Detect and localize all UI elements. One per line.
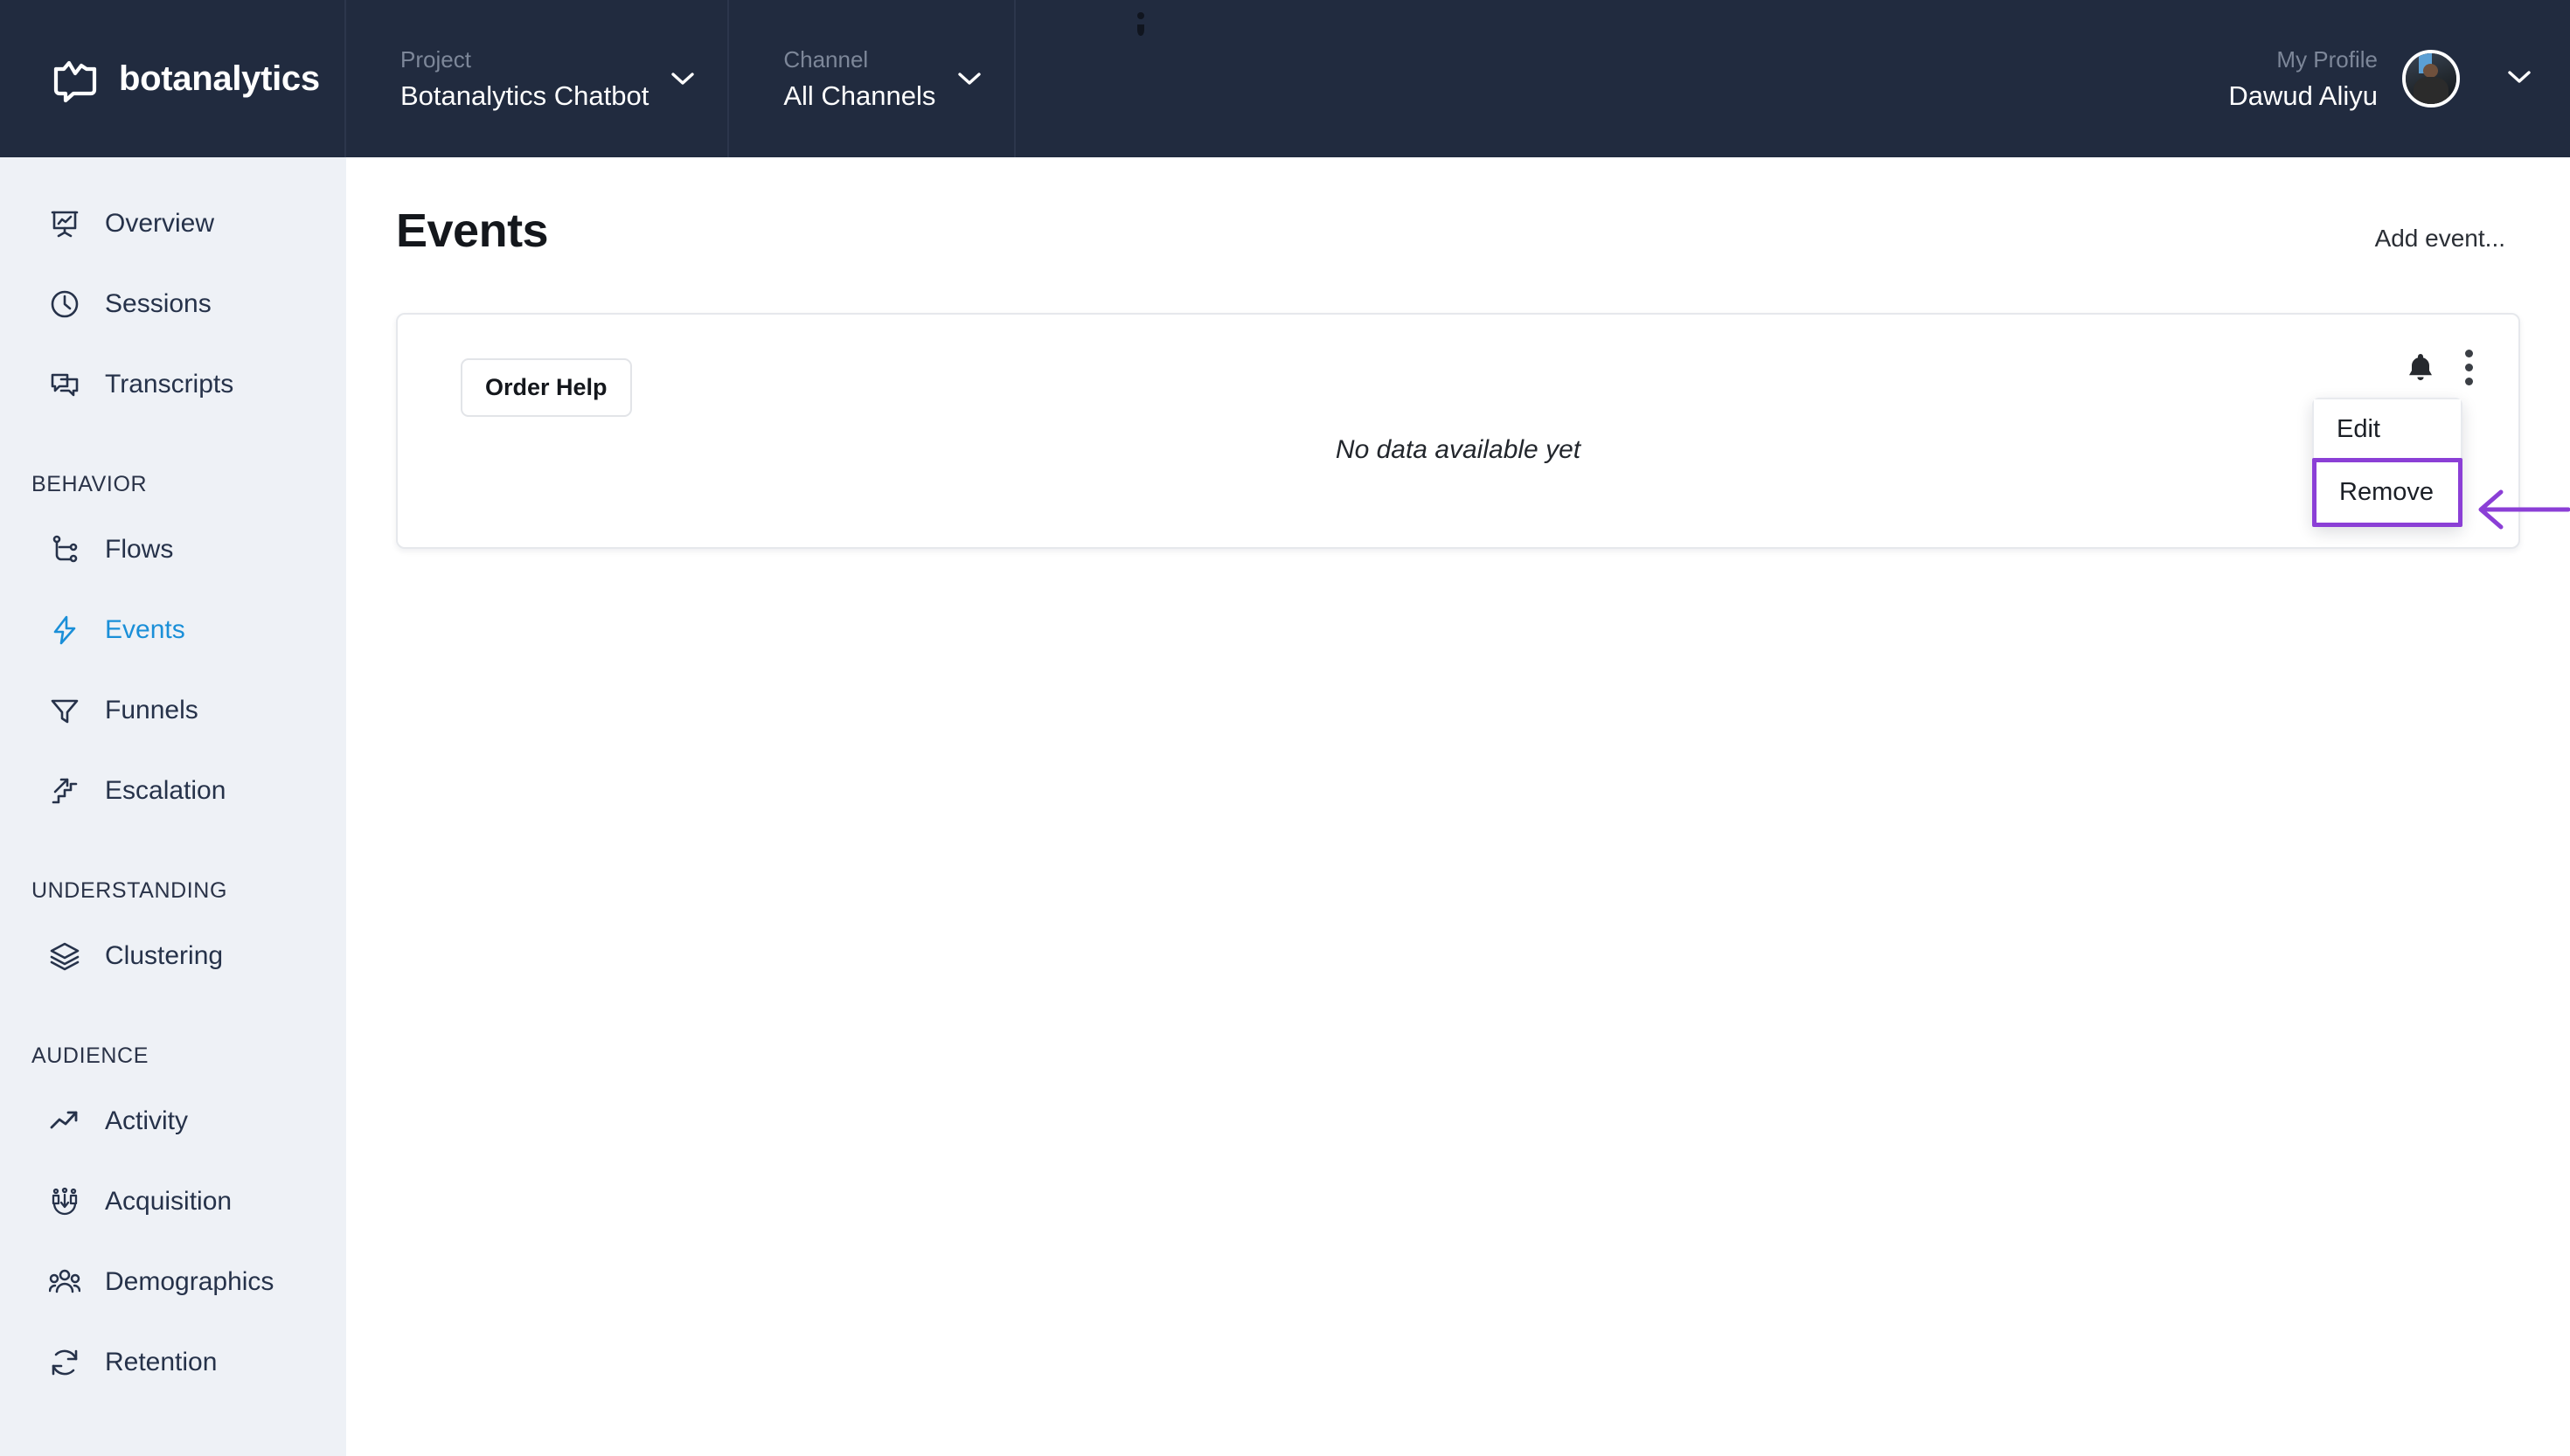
sidebar-item-label: Overview [105, 209, 215, 238]
sidebar-item-label: Escalation [105, 776, 226, 805]
brand-logo-area[interactable]: botanalytics [0, 0, 346, 157]
refresh-cycle-icon [47, 1345, 82, 1380]
speech-bubble-chart-logo-icon [51, 54, 100, 103]
top-bar: botanalytics Project Botanalytics Chatbo… [0, 0, 2570, 157]
kebab-dot [2465, 378, 2473, 385]
sidebar-item-flows[interactable]: Flows [0, 510, 346, 590]
presentation-chart-icon [47, 206, 82, 241]
sidebar-section-behavior: BEHAVIOR [31, 472, 148, 496]
channel-selector[interactable]: Channel All Channels [729, 0, 1017, 157]
sidebar-item-overview[interactable]: Overview [0, 184, 346, 264]
sidebar: Overview Sessions Transcripts BEHAVIOR F… [0, 157, 346, 1456]
sidebar-item-acquisition[interactable]: Acquisition [0, 1161, 346, 1242]
avatar-body [2414, 76, 2448, 104]
sidebar-item-label: Flows [105, 535, 174, 564]
sidebar-item-label: Acquisition [105, 1187, 233, 1216]
channel-selector-value: All Channels [783, 80, 936, 111]
avatar[interactable] [2402, 50, 2460, 107]
sidebar-item-label: Clustering [105, 941, 224, 970]
drag-handle-dots-icon[interactable] [1137, 12, 1146, 42]
clock-icon [47, 287, 82, 322]
menu-item-remove[interactable]: Remove [2312, 458, 2462, 527]
profile-menu[interactable]: My Profile Dawud Aliyu [2228, 0, 2570, 157]
sidebar-top-group: Overview Sessions Transcripts [0, 157, 346, 425]
sidebar-item-events[interactable]: Events [0, 590, 346, 670]
sidebar-item-activity[interactable]: Activity [0, 1081, 346, 1161]
project-selector[interactable]: Project Botanalytics Chatbot [346, 0, 730, 157]
sidebar-section-understanding: UNDERSTANDING [31, 878, 228, 903]
empty-state-message: No data available yet [1335, 435, 1581, 464]
sidebar-item-label: Sessions [105, 289, 212, 318]
sidebar-item-retention[interactable]: Retention [0, 1322, 346, 1403]
sidebar-item-funnels[interactable]: Funnels [0, 670, 346, 751]
left-arrow-annotation-icon [2474, 485, 2570, 538]
channel-selector-label: Channel [783, 45, 869, 73]
people-group-icon [47, 1265, 82, 1300]
kebab-dot [2465, 350, 2473, 357]
profile-text: My Profile Dawud Aliyu [2228, 46, 2378, 112]
funnel-icon [47, 693, 82, 728]
sidebar-item-label: Funnels [105, 696, 198, 725]
sidebar-section-audience: AUDIENCE [31, 1043, 149, 1068]
chevron-down-icon [958, 72, 982, 86]
stairs-arrow-up-icon [47, 773, 82, 808]
menu-item-edit[interactable]: Edit [2314, 399, 2461, 460]
sidebar-item-demographics[interactable]: Demographics [0, 1242, 346, 1322]
brand-name: botanalytics [119, 59, 320, 98]
sidebar-item-transcripts[interactable]: Transcripts [0, 344, 346, 425]
app-root: botanalytics Project Botanalytics Chatbo… [0, 0, 2570, 1456]
event-card: Order Help No data available yet [396, 313, 2520, 549]
sidebar-item-label: Retention [105, 1348, 218, 1376]
sidebar-item-clustering[interactable]: Clustering [0, 916, 346, 996]
notification-bell-icon[interactable] [2406, 352, 2435, 384]
page-title: Events [396, 205, 549, 257]
sidebar-item-label: Transcripts [105, 370, 234, 399]
flow-nodes-icon [47, 532, 82, 567]
more-vertical-icon[interactable] [2462, 346, 2476, 389]
trend-arrow-up-icon [47, 1104, 82, 1139]
magnet-people-icon [47, 1184, 82, 1219]
sidebar-item-sessions[interactable]: Sessions [0, 264, 346, 344]
chevron-down-icon[interactable] [2507, 69, 2532, 88]
project-selector-value: Botanalytics Chatbot [400, 80, 649, 111]
lightning-bolt-icon [47, 613, 82, 648]
card-actions [2406, 346, 2476, 389]
chevron-down-icon [671, 72, 695, 86]
main-content: Events Add event... Order Help No data a… [346, 157, 2570, 1418]
sidebar-item-label: Events [105, 615, 185, 644]
profile-name: Dawud Aliyu [2228, 80, 2378, 111]
sidebar-item-label: Demographics [105, 1267, 274, 1296]
avatar-head [2422, 63, 2439, 78]
add-event-button[interactable]: Add event... [2375, 225, 2505, 253]
sidebar-item-escalation[interactable]: Escalation [0, 751, 346, 831]
sidebar-item-label: Activity [105, 1106, 189, 1135]
kebab-dot [2465, 364, 2473, 371]
event-chip-order-help[interactable]: Order Help [461, 358, 632, 417]
profile-label: My Profile [2276, 45, 2378, 73]
drag-dot [1137, 12, 1144, 19]
project-selector-label: Project [400, 45, 471, 73]
layers-icon [47, 939, 82, 974]
drag-dot [1137, 24, 1144, 36]
chat-bubbles-icon [47, 367, 82, 402]
context-menu: Edit Remove [2312, 398, 2462, 527]
page-header: Events Add event... [346, 157, 2570, 258]
